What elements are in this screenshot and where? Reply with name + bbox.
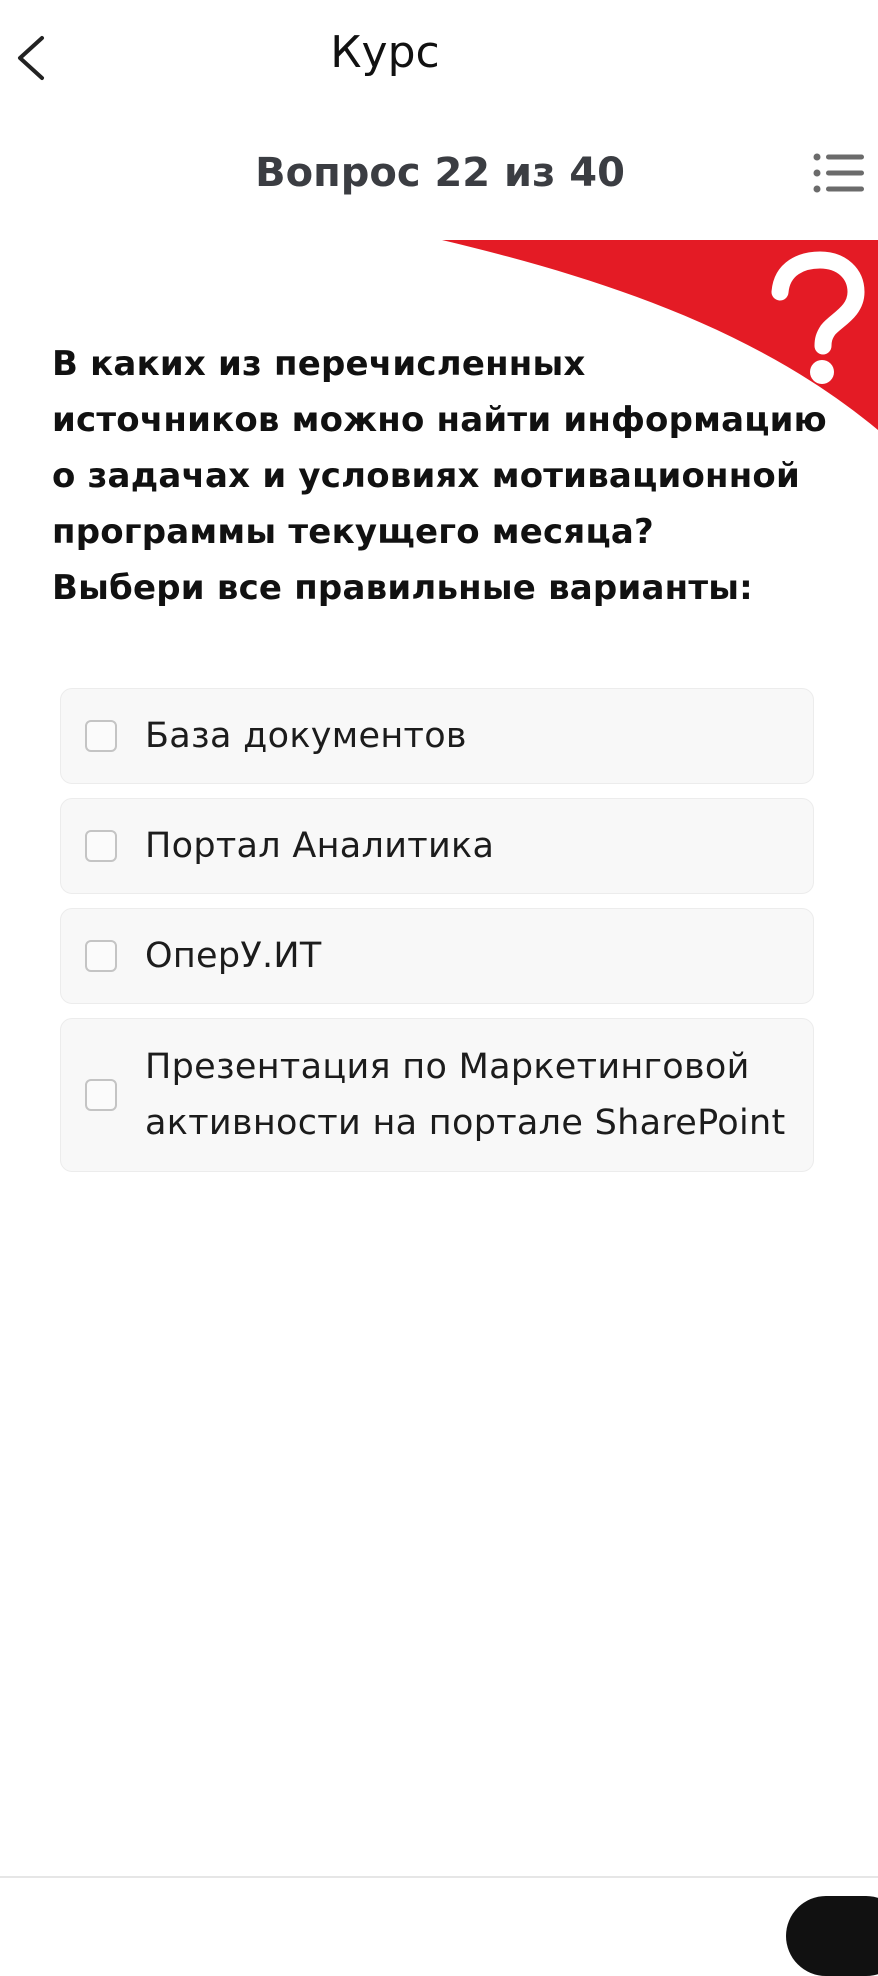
answer-option[interactable]: ОперУ.ИТ — [60, 908, 814, 1004]
answer-option[interactable]: Портал Аналитика — [60, 798, 814, 894]
chevron-left-icon — [18, 36, 44, 80]
option-label: Портал Аналитика — [145, 826, 495, 866]
checkbox[interactable] — [85, 830, 117, 862]
option-label: База документов — [145, 716, 467, 756]
question-text: В каких из перечисленных источников можн… — [52, 344, 827, 608]
page-title: Курс — [330, 27, 440, 78]
option-label: Презентация по Маркетинговой активности … — [145, 1047, 786, 1143]
app-bar: Курс — [0, 0, 878, 112]
answer-option[interactable]: База документов — [60, 688, 814, 784]
list-icon — [813, 153, 864, 193]
checkbox[interactable] — [85, 940, 117, 972]
questions-menu-button[interactable] — [812, 150, 868, 196]
bottom-divider — [0, 1876, 878, 1878]
option-label: ОперУ.ИТ — [145, 936, 322, 976]
checkbox[interactable] — [85, 1079, 117, 1111]
answer-options: База документов Портал Аналитика ОперУ.И… — [60, 688, 814, 1186]
question-counter: Вопрос 22 из 40 — [255, 150, 625, 196]
question-header: Вопрос 22 из 40 — [0, 138, 878, 208]
next-button[interactable] — [786, 1896, 878, 1976]
checkbox[interactable] — [85, 720, 117, 752]
back-button[interactable] — [0, 18, 60, 98]
answer-option[interactable]: Презентация по Маркетинговой активности … — [60, 1018, 814, 1172]
